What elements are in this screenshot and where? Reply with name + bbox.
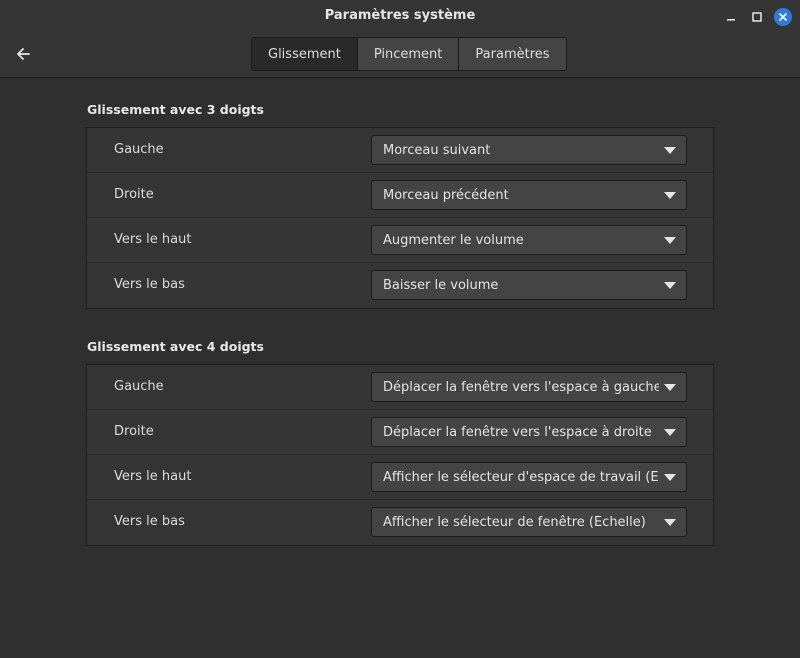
action-dropdown[interactable]: Afficher le sélecteur d'espace de travai…	[371, 462, 687, 492]
setting-label: Droite	[114, 187, 154, 202]
back-arrow-icon	[17, 48, 30, 60]
close-icon	[779, 13, 787, 21]
tab-label: Paramètres	[475, 46, 550, 62]
tab-pincement[interactable]: Pincement	[357, 38, 460, 70]
setting-label: Vers le bas	[114, 277, 185, 292]
dropdown-value: Afficher le sélecteur de fenêtre (Échell…	[383, 515, 646, 530]
dropdown-arrow-icon	[664, 237, 676, 244]
settings-window: Paramètres système Glissement Pincement …	[0, 0, 800, 658]
setting-label: Droite	[114, 424, 154, 439]
tab-glissement[interactable]: Glissement	[252, 38, 358, 70]
dropdown-value: Déplacer la fenêtre vers l'espace à droi…	[383, 425, 652, 440]
setting-label: Vers le haut	[114, 469, 192, 484]
dropdown-arrow-icon	[664, 192, 676, 199]
dropdown-arrow-icon	[664, 474, 676, 481]
dropdown-value: Morceau suivant	[383, 143, 491, 158]
setting-label: Vers le haut	[114, 232, 192, 247]
action-dropdown[interactable]: Baisser le volume	[371, 270, 687, 300]
setting-row: Gauche Morceau suivant	[87, 128, 713, 173]
section-frame-3-fingers: Gauche Morceau suivant Droite Morceau pr…	[86, 127, 714, 309]
maximize-button[interactable]	[746, 6, 768, 28]
setting-row: Vers le haut Afficher le sélecteur d'esp…	[87, 455, 713, 500]
dropdown-value: Baisser le volume	[383, 278, 499, 293]
setting-row: Droite Morceau précédent	[87, 173, 713, 218]
minimize-button[interactable]	[720, 6, 742, 28]
back-button[interactable]	[10, 42, 36, 66]
dropdown-value: Morceau précédent	[383, 188, 509, 203]
setting-label: Vers le bas	[114, 514, 185, 529]
section-frame-4-fingers: Gauche Déplacer la fenêtre vers l'espace…	[86, 364, 714, 546]
window-title: Paramètres système	[324, 8, 476, 23]
minimize-icon	[727, 19, 735, 21]
action-dropdown[interactable]: Afficher le sélecteur de fenêtre (Échell…	[371, 507, 687, 537]
header-bar: Paramètres système Glissement Pincement …	[0, 0, 800, 78]
dropdown-arrow-icon	[664, 519, 676, 526]
close-button[interactable]	[774, 8, 792, 26]
dropdown-arrow-icon	[664, 147, 676, 154]
setting-row: Vers le bas Afficher le sélecteur de fen…	[87, 500, 713, 545]
window-controls	[720, 6, 792, 28]
setting-row: Gauche Déplacer la fenêtre vers l'espace…	[87, 365, 713, 410]
dropdown-arrow-icon	[664, 282, 676, 289]
action-dropdown[interactable]: Morceau précédent	[371, 180, 687, 210]
dropdown-value: Déplacer la fenêtre vers l'espace à gauc…	[383, 380, 659, 395]
tab-parametres[interactable]: Paramètres	[459, 38, 566, 70]
action-dropdown[interactable]: Morceau suivant	[371, 135, 687, 165]
action-dropdown[interactable]: Déplacer la fenêtre vers l'espace à droi…	[371, 417, 687, 447]
tab-label: Glissement	[268, 46, 341, 62]
tab-label: Pincement	[373, 46, 443, 62]
action-dropdown[interactable]: Déplacer la fenêtre vers l'espace à gauc…	[371, 372, 687, 402]
action-dropdown[interactable]: Augmenter le volume	[371, 225, 687, 255]
section-title-4-fingers: Glissement avec 4 doigts	[87, 339, 264, 354]
dropdown-arrow-icon	[664, 429, 676, 436]
setting-row: Vers le bas Baisser le volume	[87, 263, 713, 308]
setting-row: Vers le haut Augmenter le volume	[87, 218, 713, 263]
setting-label: Gauche	[114, 142, 164, 157]
dropdown-arrow-icon	[664, 384, 676, 391]
dropdown-value: Afficher le sélecteur d'espace de travai…	[383, 470, 659, 485]
tab-switcher: Glissement Pincement Paramètres	[251, 37, 567, 71]
setting-label: Gauche	[114, 379, 164, 394]
dropdown-value: Augmenter le volume	[383, 233, 524, 248]
setting-row: Droite Déplacer la fenêtre vers l'espace…	[87, 410, 713, 455]
maximize-icon	[752, 12, 762, 22]
section-title-3-fingers: Glissement avec 3 doigts	[87, 102, 264, 117]
